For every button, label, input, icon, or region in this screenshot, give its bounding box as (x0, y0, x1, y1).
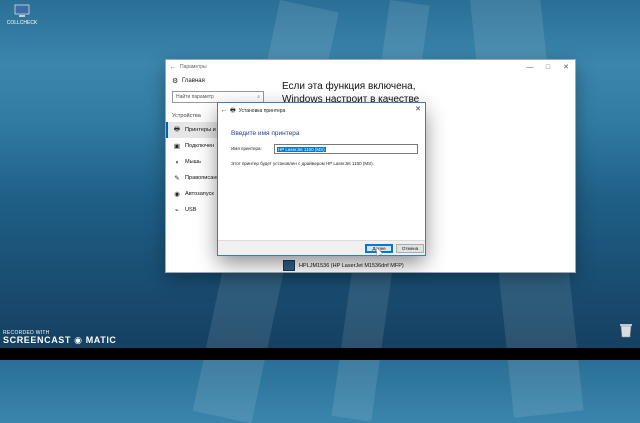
sidebar-item-label: Подключен (185, 143, 215, 149)
add-printer-dialog: ← 🖶 Установка принтера ✕ Введите имя при… (218, 103, 425, 255)
cancel-button[interactable]: Отмена (396, 244, 424, 253)
connected-devices-icon: ▣ (173, 143, 181, 150)
bottom-black-bar (0, 348, 640, 360)
printer-name-value: HP LaserJet 1100 (MS) (277, 146, 326, 152)
dialog-heading: Введите имя принтера (231, 130, 300, 137)
nav-home-label: Главная (182, 78, 205, 84)
dialog-footer: Далее Отмена (218, 240, 425, 255)
sidebar-item-label: Мышь (185, 159, 202, 165)
driver-note: Этот принтер будет установлен с драйверо… (231, 161, 374, 166)
settings-title: Параметры (180, 64, 207, 70)
printer-icon: 🖶 (230, 107, 236, 114)
sidebar-item-label: Правописание (185, 175, 223, 181)
usb-icon: ⌁ (175, 207, 179, 214)
recycle-bin-icon (618, 322, 634, 338)
dialog-close-button[interactable]: ✕ (415, 105, 421, 113)
search-input[interactable]: Найти параметр ⌕ (172, 91, 264, 103)
dialog-titlebar: ← 🖶 Установка принтера (218, 103, 425, 118)
watermark-line3: MATIC (85, 335, 117, 346)
desktop-icon-recycle-bin[interactable] (604, 322, 640, 338)
printer-icon (283, 260, 295, 271)
printer-name-label: Имя принтера: (231, 146, 262, 151)
search-icon: ⌕ (257, 94, 260, 100)
pen-icon: ✎ (174, 175, 180, 182)
printer-list-item[interactable]: HPLJM1536 (HP LaserJet M1536dnf MFP) (283, 260, 404, 271)
gear-icon: ⚙ (172, 78, 179, 85)
mouse-icon: ◖ (175, 158, 179, 166)
dialog-title: Установка принтера (238, 107, 286, 114)
back-arrow-icon[interactable]: ← (166, 64, 180, 71)
sidebar-item-label: USB (185, 207, 197, 213)
printer-name-input[interactable]: HP LaserJet 1100 (MS) (274, 144, 418, 154)
watermark-dot-icon: ◉ (74, 335, 83, 346)
desktop-icon-collcheck[interactable]: COLLCHECK (0, 4, 44, 26)
maximize-button[interactable]: □ (539, 60, 557, 74)
back-arrow-icon[interactable]: ← (218, 107, 230, 114)
nav-home[interactable]: ⚙ Главная (166, 74, 270, 88)
settings-titlebar: ← Параметры (166, 60, 575, 74)
minimize-button[interactable]: — (521, 60, 539, 74)
recording-watermark: RECORDED WITH SCREENCAST ◉ MATIC (3, 330, 117, 346)
desktop-icon-label: COLLCHECK (6, 20, 38, 26)
sidebar-item-label: Автозапуск (185, 191, 214, 197)
computer-icon (14, 4, 30, 18)
printer-name: HPLJM1536 (HP LaserJet M1536dnf MFP) (299, 262, 404, 269)
close-button[interactable]: ✕ (557, 60, 575, 74)
search-placeholder: Найти параметр (176, 94, 214, 100)
printer-icon: 🖶 (173, 125, 181, 133)
window-controls: — □ ✕ (521, 60, 575, 74)
watermark-line2: SCREENCAST (3, 335, 72, 346)
autoplay-icon: ◉ (174, 191, 180, 198)
